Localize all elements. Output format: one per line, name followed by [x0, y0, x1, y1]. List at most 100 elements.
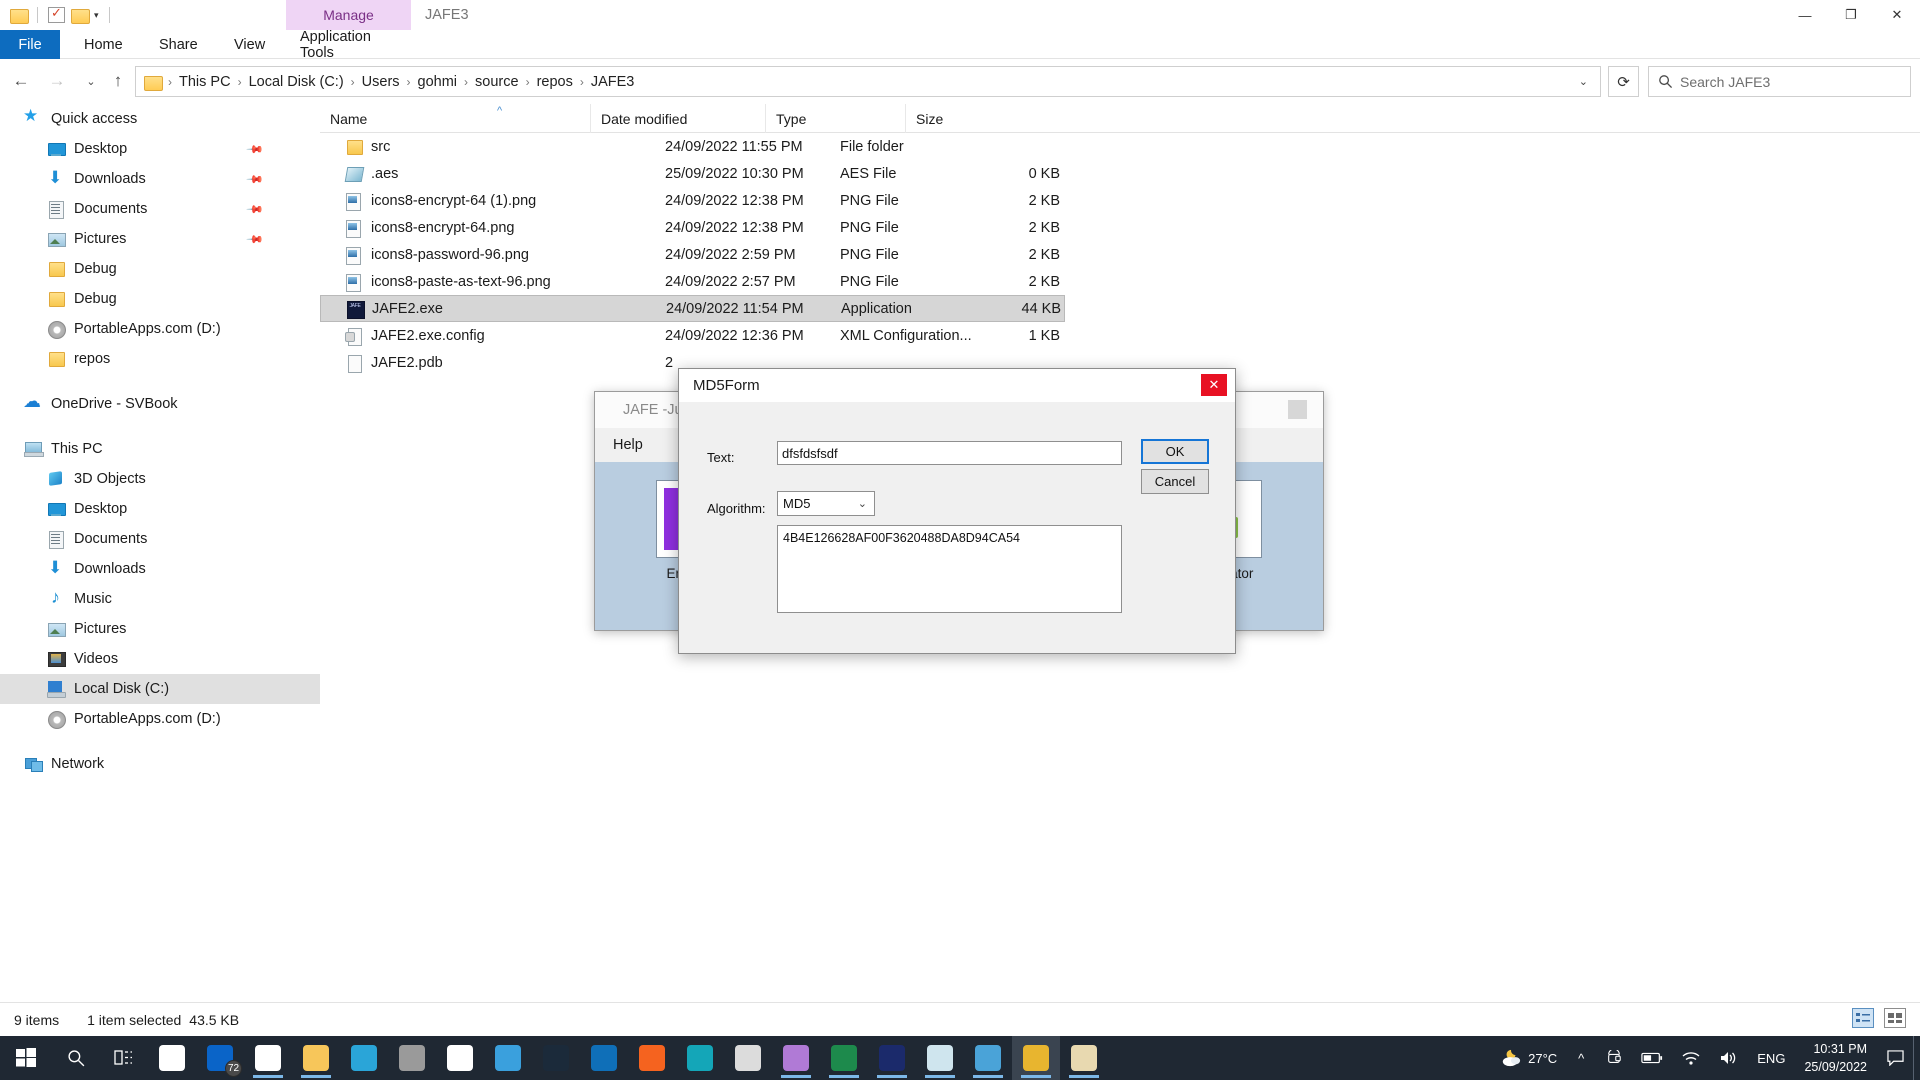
sidebar-item-debug[interactable]: Debug [0, 284, 320, 314]
table-row[interactable]: JAFE2.exe24/09/2022 11:54 PMApplication4… [320, 295, 1065, 322]
file-explorer-icon[interactable] [292, 1036, 340, 1080]
text-input[interactable]: dfsfdsfsdf [777, 441, 1122, 465]
tab-home[interactable]: Home [70, 30, 137, 59]
table-row[interactable]: src24/09/2022 11:55 PMFile folder [320, 133, 1065, 160]
search-input[interactable]: Search JAFE3 [1648, 66, 1911, 97]
table-row[interactable]: icons8-encrypt-64 (1).png24/09/2022 12:3… [320, 187, 1065, 214]
tab-file[interactable]: File [0, 30, 60, 59]
column-header-date[interactable]: Date modified [590, 104, 765, 133]
properties-icon[interactable] [48, 7, 65, 23]
internet-explorer-icon[interactable] [484, 1036, 532, 1080]
show-desktop-button[interactable] [1913, 1036, 1920, 1080]
forward-button[interactable]: → [44, 68, 70, 94]
jafe-app-icon[interactable] [868, 1036, 916, 1080]
tab-application-tools[interactable]: Application Tools [286, 30, 411, 59]
sidebar-item-desktop[interactable]: Desktop📌 [0, 134, 320, 164]
algorithm-select[interactable]: MD5 ⌄ [777, 491, 875, 516]
breadcrumb-repos[interactable]: repos [531, 72, 579, 92]
excel-icon[interactable] [820, 1036, 868, 1080]
autodesk-icon[interactable] [628, 1036, 676, 1080]
pin-icon[interactable]: 📌 [246, 200, 265, 219]
new-folder-icon[interactable] [71, 8, 88, 22]
battery-icon[interactable] [1632, 1036, 1672, 1080]
large-icons-view-button[interactable] [1884, 1008, 1906, 1028]
tab-share[interactable]: Share [145, 30, 212, 59]
sidebar-item-pictures[interactable]: Pictures📌 [0, 224, 320, 254]
address-dropdown-icon[interactable]: ⌄ [1567, 75, 1600, 88]
visual-studio-icon[interactable] [772, 1036, 820, 1080]
md5form-close-button[interactable]: ✕ [1201, 374, 1227, 396]
language-indicator[interactable]: ENG [1748, 1036, 1794, 1080]
bluetooth-audio-icon[interactable] [532, 1036, 580, 1080]
notepad-icon[interactable] [916, 1036, 964, 1080]
start-button[interactable] [0, 1036, 52, 1080]
file-explorer-active-icon[interactable] [1012, 1036, 1060, 1080]
sidebar-item-debug[interactable]: Debug [0, 254, 320, 284]
sidebar-item-portableapps-com-d[interactable]: PortableApps.com (D:) [0, 314, 320, 344]
microsoft-store-icon[interactable] [148, 1036, 196, 1080]
sidebar-item-this-pc[interactable]: This PC [0, 434, 320, 464]
close-button[interactable]: ✕ [1874, 0, 1920, 30]
contextual-tab-manage[interactable]: Manage [286, 0, 411, 30]
task-view-button[interactable] [100, 1036, 148, 1080]
sidebar-item-portableapps-com-d[interactable]: PortableApps.com (D:) [0, 704, 320, 734]
paint-icon[interactable] [1060, 1036, 1108, 1080]
sidebar-item-3d-objects[interactable]: 3D Objects [0, 464, 320, 494]
column-header-type[interactable]: Type [765, 104, 905, 133]
column-header-name[interactable]: Name [320, 104, 590, 133]
google-chrome-icon[interactable] [244, 1036, 292, 1080]
sxfi-control-icon[interactable] [676, 1036, 724, 1080]
sidebar-item-quick-access[interactable]: Quick access [0, 104, 320, 134]
sidebar-item-videos[interactable]: Videos [0, 644, 320, 674]
sidebar-item-pictures[interactable]: Pictures [0, 614, 320, 644]
back-button[interactable]: ← [8, 68, 34, 94]
breadcrumb-jafe3[interactable]: JAFE3 [585, 72, 641, 92]
sidebar-item-desktop[interactable]: Desktop [0, 494, 320, 524]
volume-icon[interactable] [1710, 1036, 1748, 1080]
sidebar-item-local-disk-c[interactable]: Local Disk (C:) [0, 674, 320, 704]
microsoft-edge-icon[interactable] [340, 1036, 388, 1080]
tray-overflow-button[interactable]: ^ [1566, 1036, 1596, 1080]
jafe-menu-help[interactable]: Help [613, 437, 643, 453]
refresh-button[interactable]: ⟳ [1608, 66, 1639, 97]
qat-dropdown-icon[interactable]: ▾ [94, 10, 99, 21]
address-bar[interactable]: › This PC › Local Disk (C:) › Users › go… [135, 66, 1601, 97]
maximize-button[interactable]: ❐ [1828, 0, 1874, 30]
table-row[interactable]: icons8-paste-as-text-96.png24/09/2022 2:… [320, 268, 1065, 295]
mail-icon[interactable]: 72 [196, 1036, 244, 1080]
md5form-dialog[interactable]: MD5Form ✕ Text: dfsfdsfsdf Algorithm: MD… [678, 368, 1236, 654]
table-row[interactable]: icons8-encrypt-64.png24/09/2022 12:38 PM… [320, 214, 1065, 241]
breadcrumb-this-pc[interactable]: This PC [173, 72, 237, 92]
wifi-icon[interactable] [1672, 1036, 1710, 1080]
sidebar-item-documents[interactable]: Documents📌 [0, 194, 320, 224]
sd-settings-icon[interactable] [724, 1036, 772, 1080]
breadcrumb-local-disk[interactable]: Local Disk (C:) [243, 72, 350, 92]
app-blue-diamond-icon[interactable] [436, 1036, 484, 1080]
sidebar-item-network[interactable]: Network [0, 749, 320, 779]
tab-view[interactable]: View [220, 30, 279, 59]
pin-icon[interactable]: 📌 [246, 170, 265, 189]
sidebar-item-downloads[interactable]: Downloads [0, 554, 320, 584]
hash-output-textarea[interactable]: 4B4E126628AF00F3620488DA8D94CA54 [777, 525, 1122, 613]
search-button[interactable] [52, 1036, 100, 1080]
jafe-minimize-button[interactable] [1288, 400, 1307, 419]
table-row[interactable]: icons8-password-96.png24/09/2022 2:59 PM… [320, 241, 1065, 268]
table-row[interactable]: JAFE2.exe.config24/09/2022 12:36 PMXML C… [320, 322, 1065, 349]
media-player-icon[interactable] [964, 1036, 1012, 1080]
cancel-button[interactable]: Cancel [1141, 469, 1209, 494]
opera-icon[interactable] [388, 1036, 436, 1080]
onedrive-tray-icon[interactable] [1596, 1036, 1632, 1080]
ok-button[interactable]: OK [1141, 439, 1209, 464]
breadcrumb-gohmi[interactable]: gohmi [412, 72, 464, 92]
sidebar-item-documents[interactable]: Documents [0, 524, 320, 554]
ccleaner-icon[interactable] [580, 1036, 628, 1080]
sidebar-item-music[interactable]: Music [0, 584, 320, 614]
column-header-size[interactable]: Size [905, 104, 995, 133]
up-button[interactable]: ↑ [105, 68, 131, 94]
pin-icon[interactable]: 📌 [246, 140, 265, 159]
details-view-button[interactable] [1852, 1008, 1874, 1028]
sidebar-item-repos[interactable]: repos [0, 344, 320, 374]
sidebar-item-onedrive-svbook[interactable]: OneDrive - SVBook [0, 389, 320, 419]
action-center-button[interactable] [1877, 1036, 1913, 1080]
weather-widget[interactable]: 27°C [1491, 1036, 1566, 1080]
